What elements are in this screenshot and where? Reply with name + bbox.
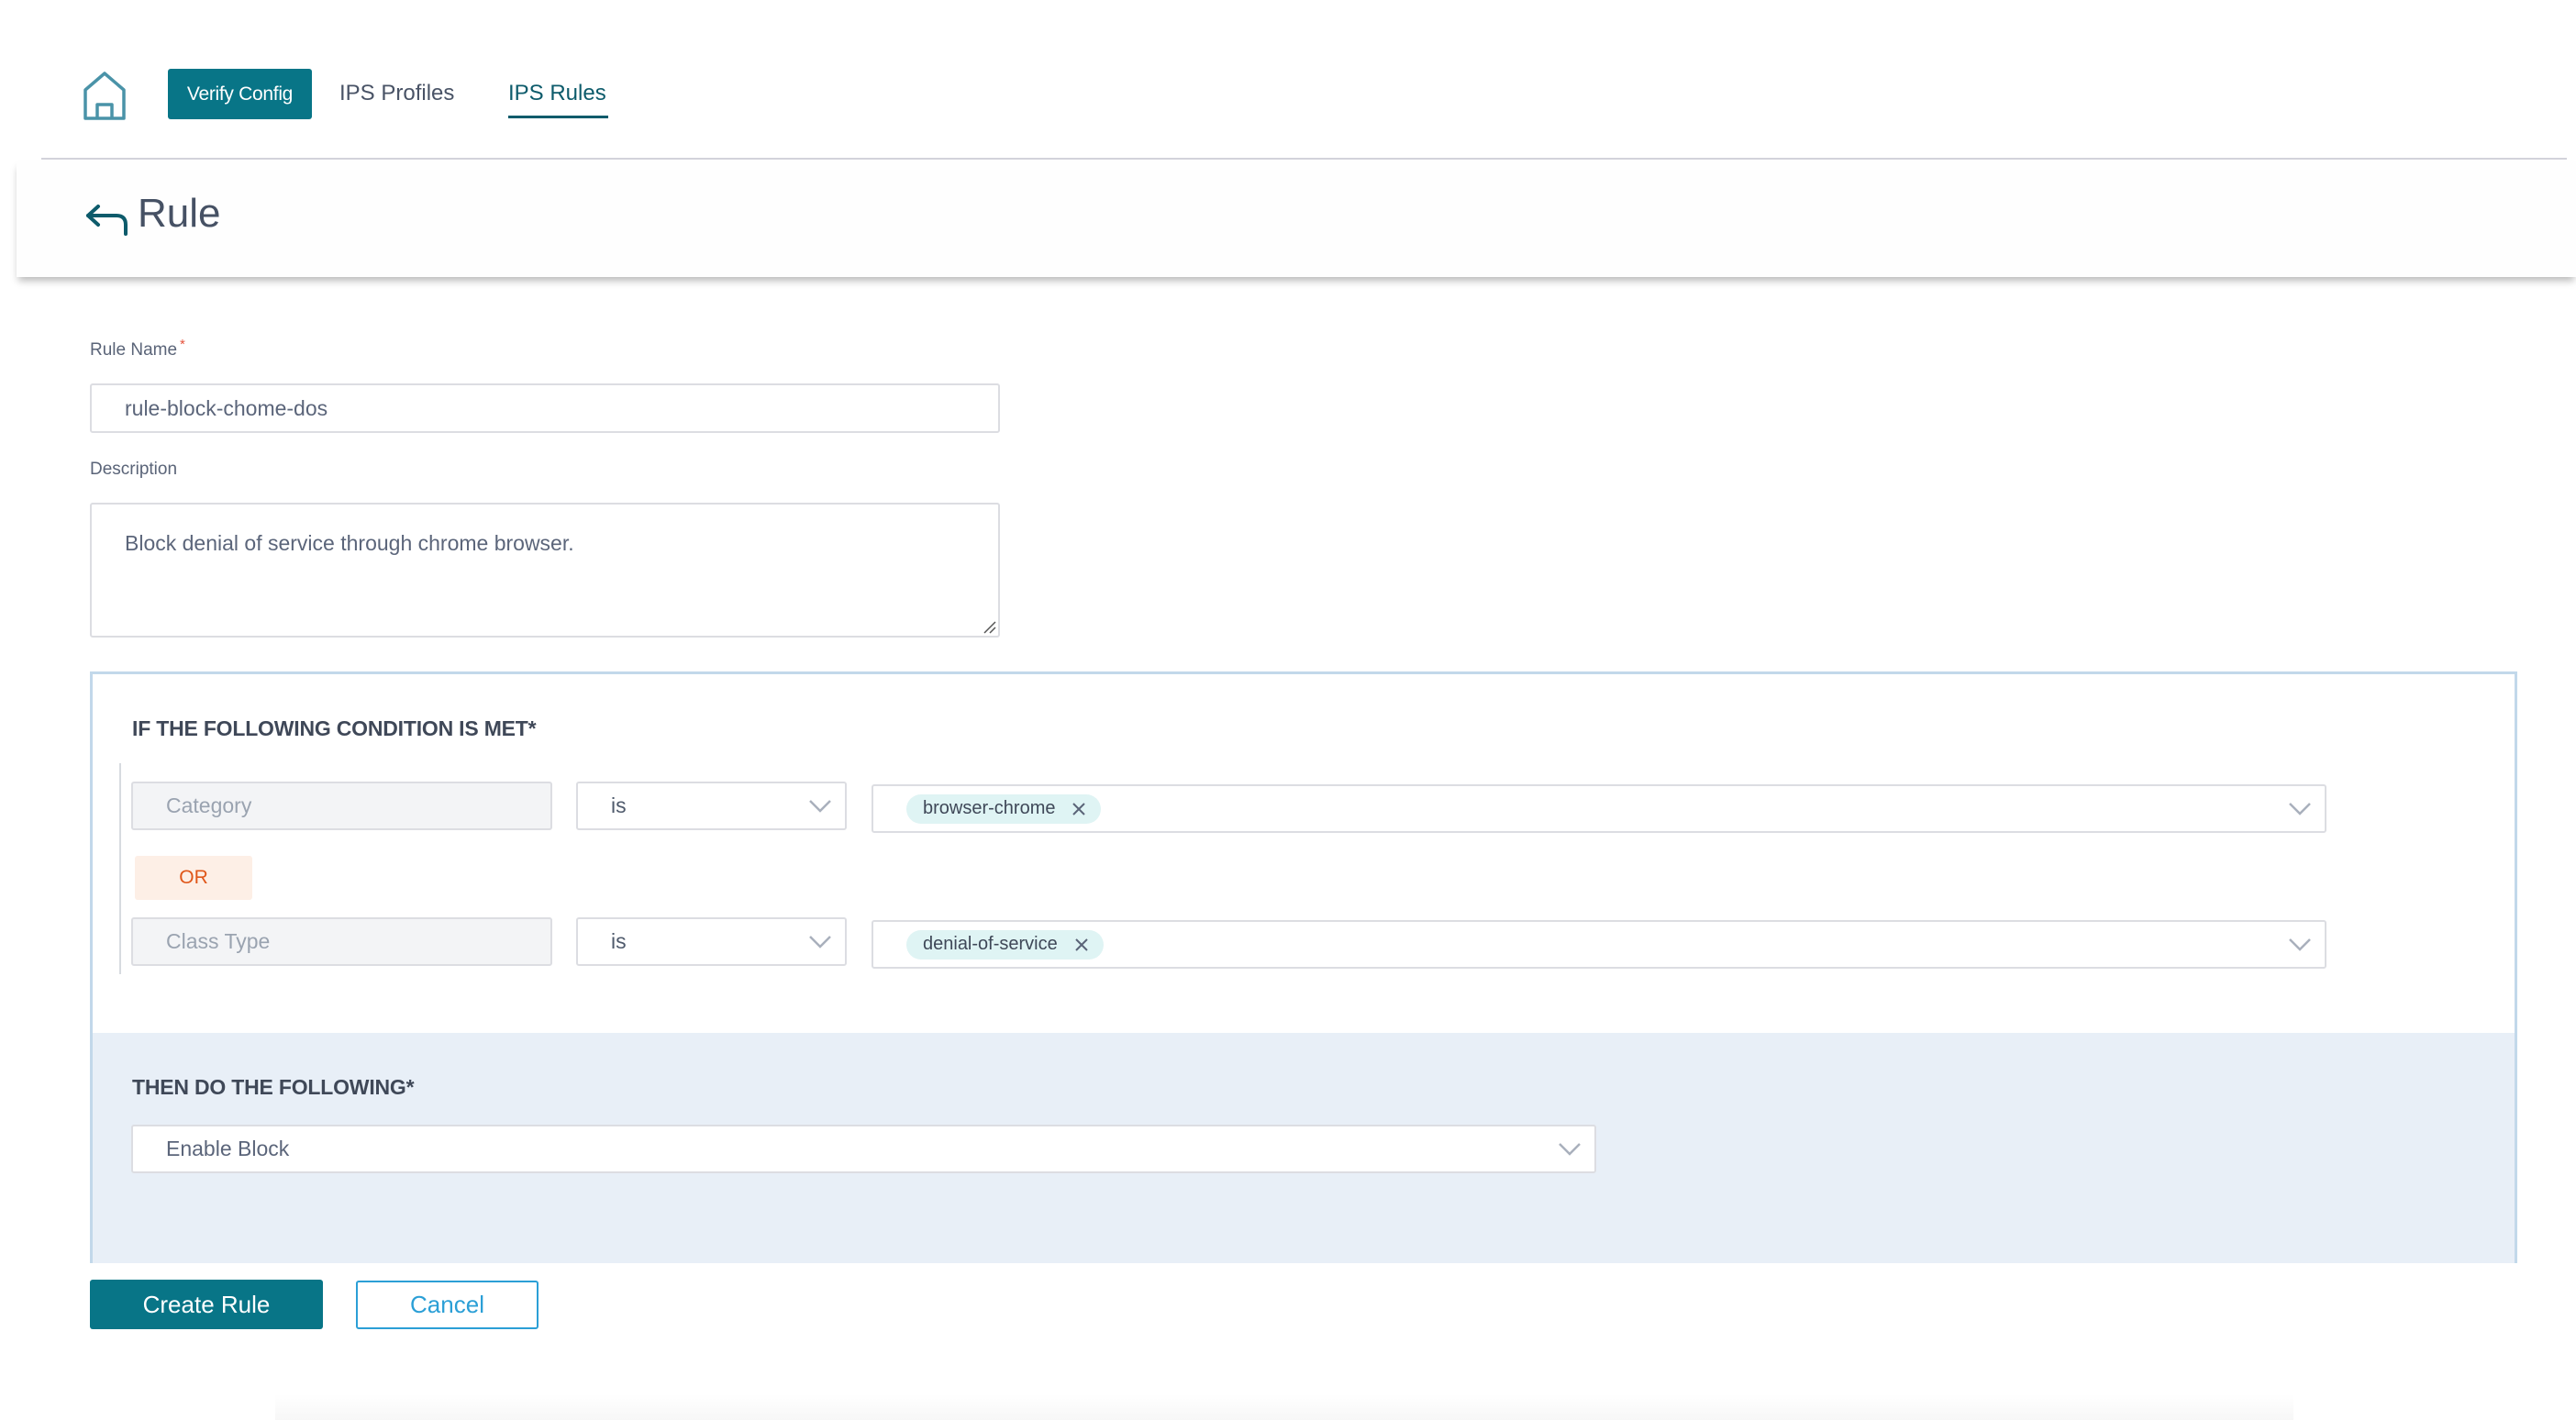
verify-config-button[interactable]: Verify Config (168, 69, 312, 119)
create-rule-button[interactable]: Create Rule (90, 1280, 323, 1329)
home-icon[interactable] (83, 72, 127, 121)
condition-group-line (119, 763, 121, 974)
chevron-down-icon (2289, 937, 2311, 951)
required-marker: * (180, 337, 185, 352)
nav-link-ips-rules[interactable]: IPS Rules (508, 81, 606, 106)
nav-link-ips-profiles[interactable]: IPS Profiles (339, 81, 454, 106)
action-select[interactable]: Enable Block (131, 1125, 1596, 1173)
active-tab-indicator (508, 116, 608, 118)
bottom-shadow (275, 1394, 2293, 1420)
condition-values-select[interactable]: browser-chrome (872, 784, 2326, 833)
description-textarea[interactable]: Block denial of service through chrome b… (90, 503, 1000, 638)
page-header (17, 161, 2576, 277)
condition-operator-select[interactable]: is (576, 782, 847, 830)
value-tag: denial-of-service (906, 929, 1104, 960)
nav-divider (41, 158, 2567, 160)
or-joiner-badge[interactable]: OR (135, 856, 252, 900)
value-tag: browser-chrome (906, 793, 1102, 824)
tag-label: browser-chrome (923, 798, 1056, 818)
chevron-down-icon (2289, 802, 2311, 815)
cancel-button[interactable]: Cancel (356, 1281, 539, 1329)
condition-operator-select[interactable]: is (576, 917, 847, 966)
close-icon[interactable] (1074, 937, 1089, 952)
rule-name-input[interactable] (90, 383, 1000, 433)
rule-name-label-text: Rule Name (90, 340, 178, 360)
resize-handle-icon[interactable] (982, 619, 996, 634)
condition-field-class-type: Class Type (131, 917, 552, 966)
condition-values-select[interactable]: denial-of-service (872, 920, 2326, 969)
chevron-down-icon (809, 799, 831, 813)
close-icon[interactable] (1071, 802, 1086, 816)
chevron-down-icon (809, 935, 831, 949)
back-arrow-icon[interactable] (85, 203, 129, 236)
rule-name-label: Rule Name * (90, 337, 185, 361)
condition-field-category: Category (131, 782, 552, 830)
description-label: Description (90, 460, 178, 479)
condition-heading: IF THE FOLLOWING CONDITION IS MET* (132, 716, 537, 740)
page-title: Rule (138, 191, 221, 236)
chevron-down-icon (1559, 1142, 1581, 1156)
tag-label: denial-of-service (923, 934, 1058, 954)
action-value: Enable Block (166, 1137, 290, 1160)
action-heading: THEN DO THE FOLLOWING* (132, 1075, 415, 1099)
operator-value: is (611, 793, 627, 817)
operator-value: is (611, 929, 627, 953)
